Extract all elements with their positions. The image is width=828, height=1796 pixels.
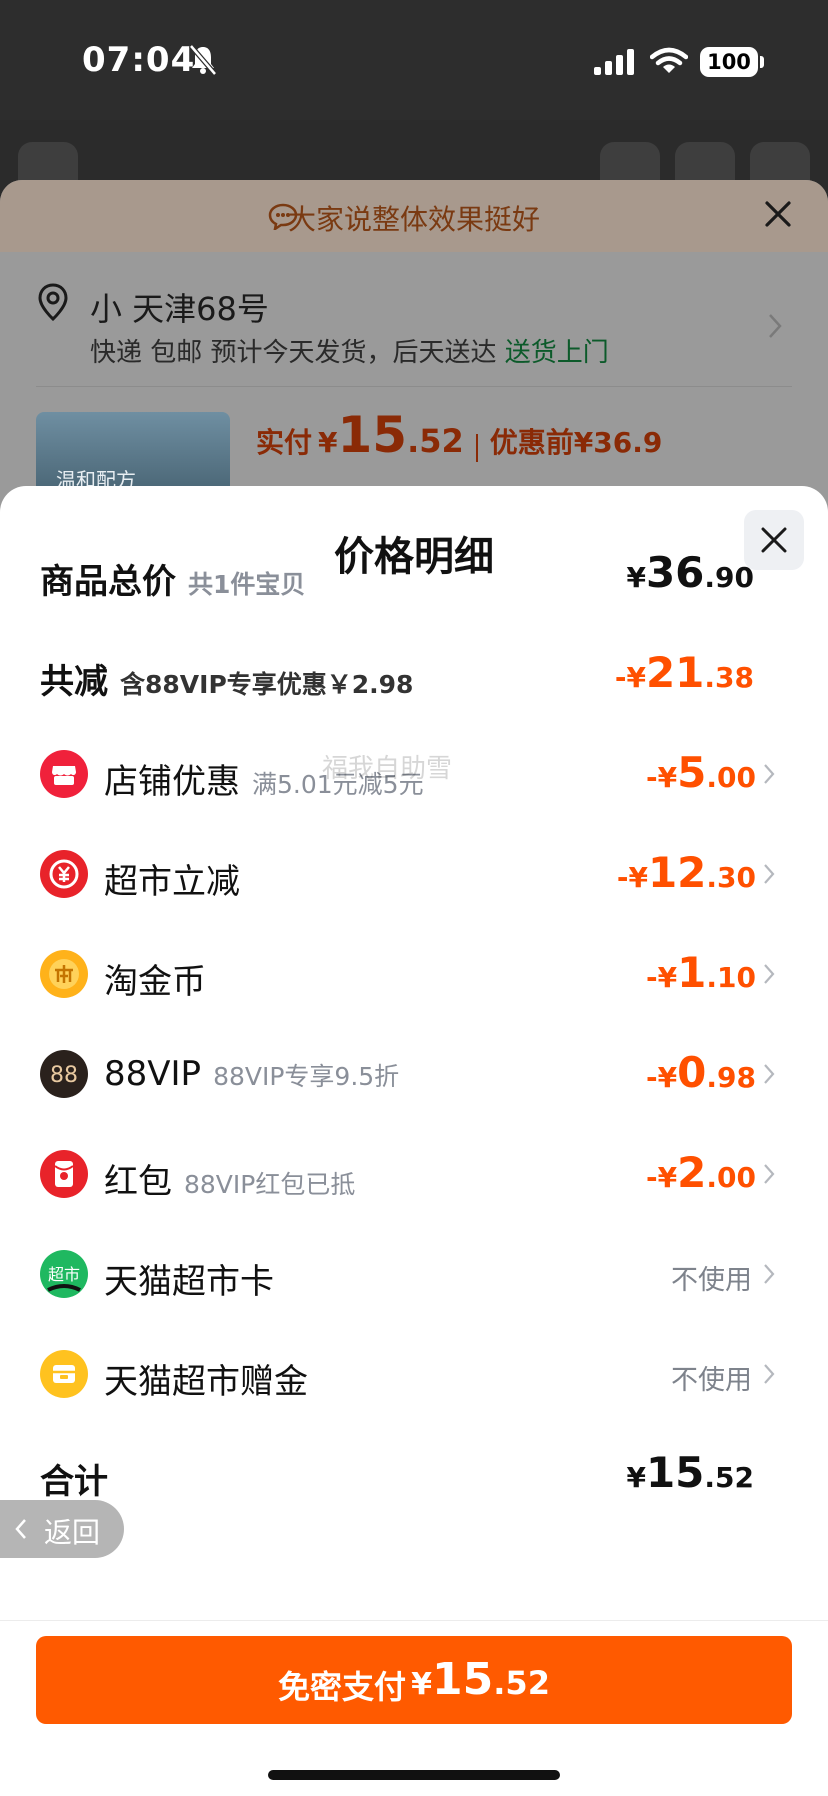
status-time: 07:04	[82, 40, 196, 80]
pay-button-label: 免密支付	[278, 1668, 407, 1706]
88vip-icon-text: 88	[50, 1063, 78, 1088]
row-sub: 共1件宝贝	[188, 570, 306, 599]
row-amount: -¥5.00	[646, 748, 756, 797]
price-detail-modal: 价格明细 商品总价 共1件宝贝 ¥36.90 共减 含88VIP专享优惠￥2.98 …	[0, 486, 828, 1796]
row-sub: 含88VIP专享优惠￥2.98	[120, 670, 414, 699]
battery-tip	[760, 56, 764, 68]
88vip-icon: 88	[40, 1050, 88, 1098]
store-icon	[40, 750, 88, 798]
tmall-gift-money-icon	[40, 1350, 88, 1398]
pay-button-amount: ¥15.52	[411, 1654, 550, 1705]
paid-price: 实付 ¥15.52 优惠前¥36.9	[256, 406, 662, 464]
watermark: 福我自助雪	[322, 754, 453, 784]
row-amount: -¥2.00	[646, 1148, 756, 1197]
price-separator	[475, 433, 478, 462]
tmall-card-icon-text: 超市	[48, 1265, 80, 1284]
row-label: 共减 含88VIP专享优惠￥2.98	[40, 662, 414, 702]
chevron-right-icon	[764, 1364, 775, 1384]
back-label: 返回	[44, 1516, 101, 1549]
sum-label: 合计	[40, 1462, 108, 1502]
order-sheet: 大家说整体效果挺好 小 天津68号 快递 包邮 预计今天发货，后天送达 送货上门…	[0, 180, 828, 520]
row-amount: -¥12.30	[616, 848, 756, 897]
row-amount: ¥36.90	[626, 548, 754, 597]
supermarket-discount-row[interactable]: 超市立减 -¥12.30	[0, 834, 828, 914]
taojin-coin-icon	[40, 950, 88, 998]
chevron-left-icon	[15, 1519, 26, 1539]
row-amount: -¥21.38	[614, 648, 754, 697]
location-pin-icon	[38, 283, 68, 322]
red-packet-icon	[40, 1150, 88, 1198]
before-discount-price: 优惠前¥36.9	[489, 426, 663, 459]
total-reduction-row: 共减 含88VIP专享优惠￥2.98 -¥21.38	[0, 634, 828, 714]
shipping-text: 快递 包邮 预计今天发货，后天送达	[90, 338, 497, 368]
chevron-right-icon	[764, 1164, 775, 1184]
paid-integer: 15	[337, 406, 408, 464]
tmall-supermarket-card-row[interactable]: 超市 天猫超市卡 不使用	[0, 1234, 828, 1314]
delivery-address[interactable]: 小 天津68号	[90, 284, 269, 330]
paid-currency: ¥	[318, 426, 338, 459]
row-sub: 88VIP红包已抵	[184, 1170, 356, 1199]
divider	[36, 386, 792, 387]
chevron-right-icon	[764, 864, 775, 884]
sum-amount: ¥15.52	[626, 1448, 754, 1497]
chevron-right-icon[interactable]	[766, 312, 784, 340]
cellular-signal-icon	[594, 49, 634, 75]
chevron-right-icon	[764, 1264, 775, 1284]
row-label: 超市立减	[104, 862, 240, 902]
row-label: 红包 88VIP红包已抵	[104, 1162, 356, 1202]
paid-label: 实付	[256, 426, 313, 459]
delivery-tag: 送货上门	[504, 338, 609, 368]
paid-decimal: .52	[407, 422, 464, 460]
close-icon[interactable]	[762, 198, 794, 230]
row-label: 天猫超市卡	[104, 1262, 274, 1302]
row-label: 88VIP 88VIP专享9.5折	[104, 1054, 400, 1094]
chevron-right-icon	[764, 1064, 775, 1084]
status-bar: 07:04 100	[0, 0, 828, 120]
total-price-row: 商品总价 共1件宝贝 ¥36.90	[0, 534, 828, 614]
supermarket-discount-icon	[40, 850, 88, 898]
88vip-row[interactable]: 88 88VIP 88VIP专享9.5折 -¥0.98	[0, 1034, 828, 1114]
pay-button[interactable]: 免密支付 ¥15.52	[36, 1636, 792, 1724]
battery-indicator: 100	[700, 47, 758, 77]
home-indicator	[268, 1770, 560, 1780]
review-banner-text: 大家说整体效果挺好	[287, 203, 540, 236]
row-amount: -¥1.10	[646, 948, 756, 997]
red-packet-row[interactable]: 红包 88VIP红包已抵 -¥2.00	[0, 1134, 828, 1214]
floating-back-button[interactable]: 返回	[0, 1500, 124, 1558]
row-label: 天猫超市赠金	[104, 1362, 308, 1402]
taojin-coin-row[interactable]: 淘金币 -¥1.10	[0, 934, 828, 1014]
chevron-right-icon	[764, 764, 775, 784]
tmall-supermarket-card-icon: 超市	[40, 1250, 88, 1298]
row-label: 淘金币	[104, 962, 206, 1002]
shipping-info: 快递 包邮 预计今天发货，后天送达 送货上门	[90, 332, 609, 369]
bell-off-icon	[189, 44, 217, 76]
sum-row: 合计 ¥15.52	[0, 1434, 828, 1514]
row-amount: -¥0.98	[646, 1048, 756, 1097]
wifi-icon	[650, 47, 688, 73]
tmall-gift-money-row[interactable]: 天猫超市赠金 不使用	[0, 1334, 828, 1414]
footer-divider	[0, 1620, 828, 1621]
row-label: 商品总价 共1件宝贝	[40, 562, 306, 602]
row-status: 不使用	[671, 1265, 752, 1296]
chevron-right-icon	[764, 964, 775, 984]
review-banner: 大家说整体效果挺好	[0, 180, 828, 252]
row-status: 不使用	[671, 1365, 752, 1396]
row-sub: 88VIP专享9.5折	[213, 1062, 400, 1091]
